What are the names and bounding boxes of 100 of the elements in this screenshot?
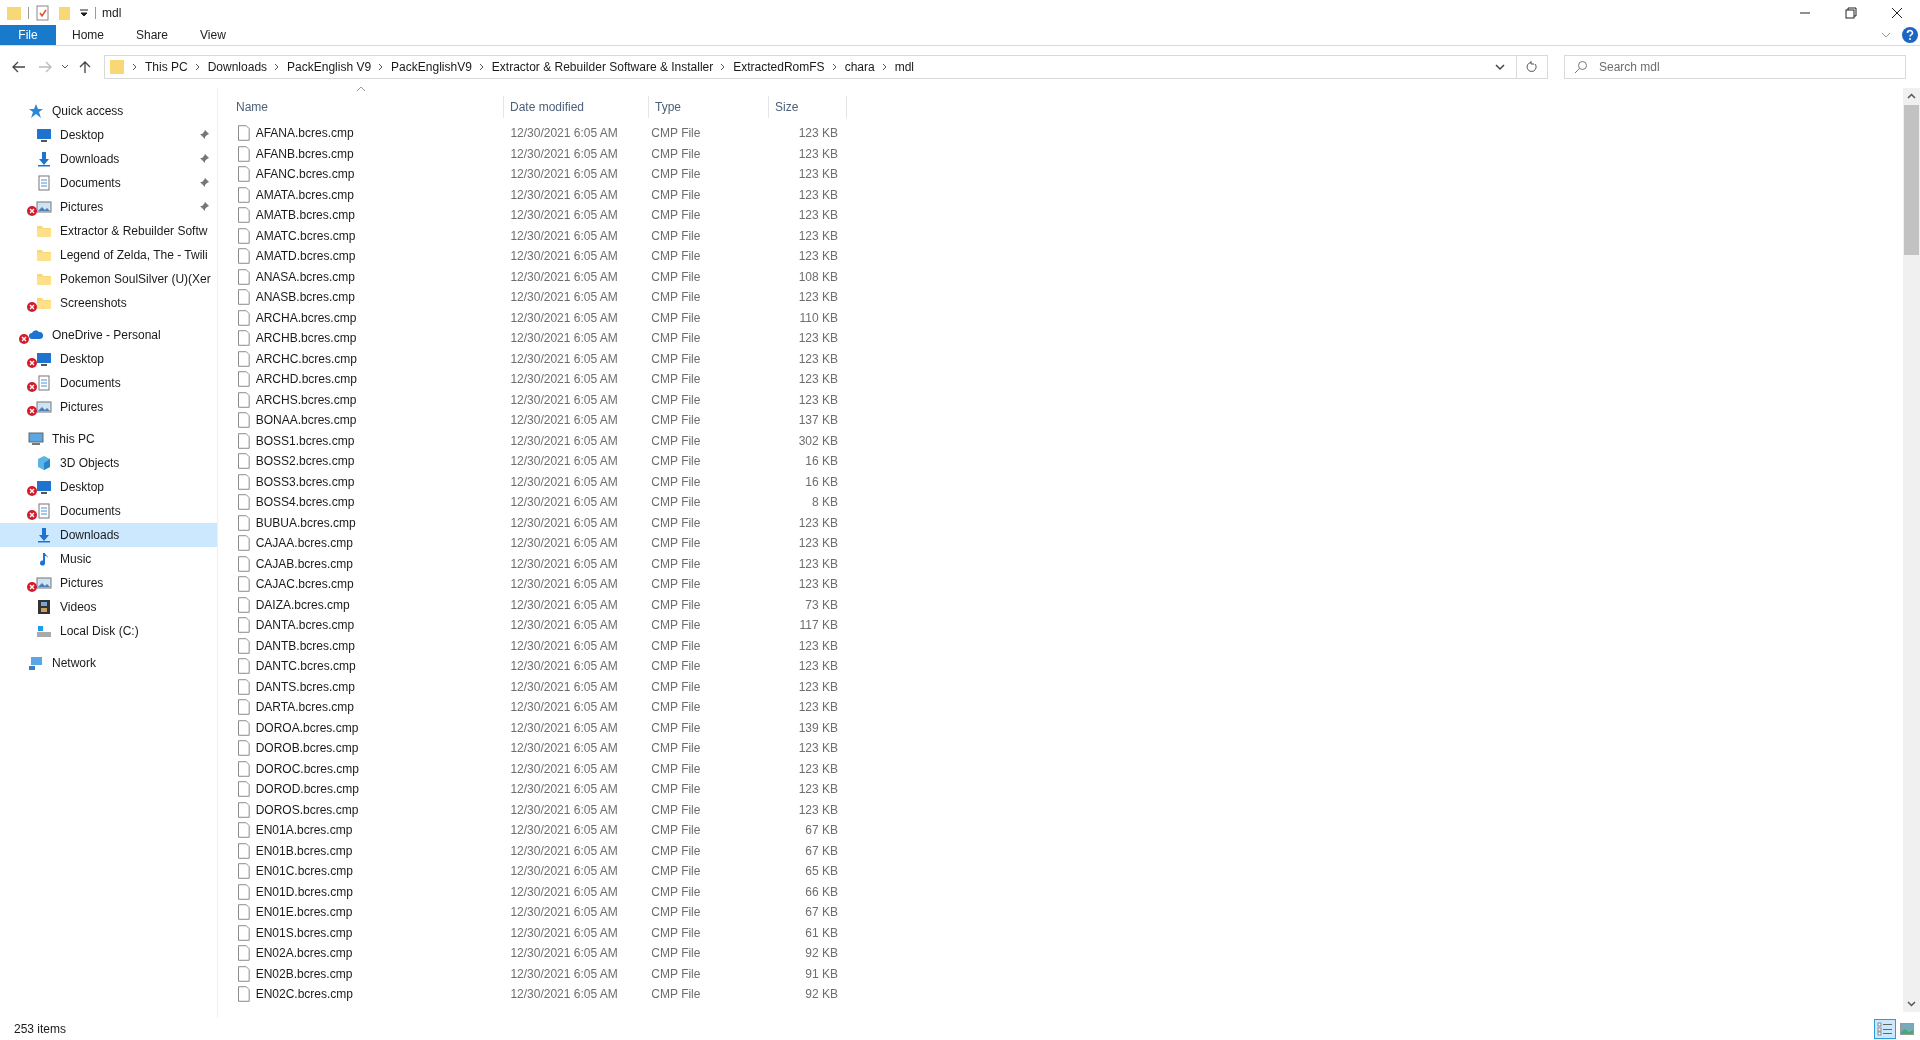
nav-item[interactable]: Documents bbox=[0, 371, 217, 395]
nav-item[interactable]: Downloads bbox=[0, 523, 217, 547]
file-row[interactable]: DOROB.bcres.cmp 12/30/2021 6:05 AM CMP File 123 KB bbox=[218, 738, 838, 759]
nav-item[interactable]: Extractor & Rebuilder Softw bbox=[0, 219, 217, 243]
nav-item[interactable]: Quick access bbox=[0, 99, 217, 123]
file-row[interactable]: EN01C.bcres.cmp 12/30/2021 6:05 AM CMP File 65 KB bbox=[218, 861, 838, 882]
file-row[interactable]: CAJAB.bcres.cmp 12/30/2021 6:05 AM CMP File 123 KB bbox=[218, 553, 838, 574]
file-row[interactable]: AFANC.bcres.cmp 12/30/2021 6:05 AM CMP File 123 KB bbox=[218, 164, 838, 185]
nav-item[interactable]: 3D Objects bbox=[0, 451, 217, 475]
nav-item[interactable]: This PC bbox=[0, 427, 217, 451]
breadcrumb-item[interactable]: PackEnglishV9 bbox=[391, 58, 472, 76]
file-row[interactable]: DARTA.bcres.cmp 12/30/2021 6:05 AM CMP File 123 KB bbox=[218, 697, 838, 718]
nav-item[interactable]: Legend of Zelda, The - Twili bbox=[0, 243, 217, 267]
file-row[interactable]: DAIZA.bcres.cmp 12/30/2021 6:05 AM CMP File 73 KB bbox=[218, 594, 838, 615]
file-row[interactable]: DOROC.bcres.cmp 12/30/2021 6:05 AM CMP File 123 KB bbox=[218, 758, 838, 779]
breadcrumb-item[interactable]: This PC bbox=[145, 58, 188, 76]
column-header[interactable]: Name bbox=[230, 96, 504, 118]
dropdown-caret-icon[interactable] bbox=[1494, 61, 1506, 73]
help-icon[interactable] bbox=[1902, 27, 1918, 43]
file-name: ANASA.bcres.cmp bbox=[255, 268, 357, 286]
ribbon-tab[interactable]: Home bbox=[56, 25, 120, 45]
file-icon bbox=[238, 391, 250, 408]
file-row[interactable]: DOROS.bcres.cmp 12/30/2021 6:05 AM CMP File 123 KB bbox=[218, 799, 838, 820]
file-row[interactable]: BOSS4.bcres.cmp 12/30/2021 6:05 AM CMP File 8 KB bbox=[218, 492, 838, 513]
file-row[interactable]: DANTC.bcres.cmp 12/30/2021 6:05 AM CMP File 123 KB bbox=[218, 656, 838, 677]
file-row[interactable]: CAJAA.bcres.cmp 12/30/2021 6:05 AM CMP File 123 KB bbox=[218, 533, 838, 554]
file-row[interactable]: EN01A.bcres.cmp 12/30/2021 6:05 AM CMP File 67 KB bbox=[218, 820, 838, 841]
file-row[interactable]: ANASA.bcres.cmp 12/30/2021 6:05 AM CMP File 108 KB bbox=[218, 266, 838, 287]
file-row[interactable]: DANTS.bcres.cmp 12/30/2021 6:05 AM CMP File 123 KB bbox=[218, 676, 838, 697]
address-bar[interactable]: This PC Downloads PackEnglish V9 PackEnglishV9 Extractor & Rebuilder Software & Installer ExtractedRomFS chara mdl bbox=[104, 55, 1548, 79]
file-row[interactable]: ARCHD.bcres.cmp 12/30/2021 6:05 AM CMP File 123 KB bbox=[218, 369, 838, 390]
nav-item[interactable]: Desktop bbox=[0, 347, 217, 371]
file-row[interactable]: BOSS2.bcres.cmp 12/30/2021 6:05 AM CMP File 16 KB bbox=[218, 451, 838, 472]
nav-item[interactable]: Pictures bbox=[0, 195, 217, 219]
file-row[interactable]: ARCHS.bcres.cmp 12/30/2021 6:05 AM CMP File 123 KB bbox=[218, 389, 838, 410]
dropdown-caret-icon[interactable] bbox=[79, 7, 89, 18]
file-row[interactable]: AMATC.bcres.cmp 12/30/2021 6:05 AM CMP File 123 KB bbox=[218, 225, 838, 246]
file-row[interactable]: ANASB.bcres.cmp 12/30/2021 6:05 AM CMP File 123 KB bbox=[218, 287, 838, 308]
scroll-thumb[interactable] bbox=[1904, 105, 1919, 255]
file-row[interactable]: AMATA.bcres.cmp 12/30/2021 6:05 AM CMP File 123 KB bbox=[218, 184, 838, 205]
file-row[interactable]: ARCHA.bcres.cmp 12/30/2021 6:05 AM CMP File 110 KB bbox=[218, 307, 838, 328]
column-header[interactable]: Size bbox=[769, 96, 847, 118]
ribbon-tab[interactable]: View bbox=[184, 25, 242, 45]
breadcrumb-item[interactable]: Extractor & Rebuilder Software & Installer bbox=[491, 58, 714, 76]
breadcrumb-item[interactable]: chara bbox=[844, 58, 875, 76]
breadcrumb-item[interactable]: Downloads bbox=[207, 58, 268, 76]
file-row[interactable]: EN01B.bcres.cmp 12/30/2021 6:05 AM CMP File 67 KB bbox=[218, 840, 838, 861]
file-row[interactable]: AFANA.bcres.cmp 12/30/2021 6:05 AM CMP File 123 KB bbox=[218, 123, 838, 144]
file-row[interactable]: DOROD.bcres.cmp 12/30/2021 6:05 AM CMP File 123 KB bbox=[218, 779, 838, 800]
nav-item[interactable]: Network bbox=[0, 651, 217, 675]
nav-item[interactable]: Screenshots bbox=[0, 291, 217, 315]
size-cell-text: 123 KB bbox=[797, 207, 838, 225]
file-row[interactable]: EN02A.bcres.cmp 12/30/2021 6:05 AM CMP File 92 KB bbox=[218, 943, 838, 964]
nav-item[interactable]: Music bbox=[0, 547, 217, 571]
breadcrumb-item[interactable]: mdl bbox=[894, 58, 914, 76]
nav-item[interactable]: Desktop bbox=[0, 475, 217, 499]
nav-item[interactable]: Documents bbox=[0, 171, 217, 195]
column-header[interactable]: Date modified bbox=[504, 96, 649, 118]
scrollbar[interactable] bbox=[1903, 88, 1920, 1012]
details-view-button[interactable] bbox=[1874, 1019, 1896, 1039]
nav-item[interactable]: Videos bbox=[0, 595, 217, 619]
properties-check-icon[interactable] bbox=[35, 4, 51, 21]
date-cell-text: 12/30/2021 6:05 AM bbox=[510, 678, 619, 696]
refresh-icon[interactable] bbox=[1526, 61, 1538, 73]
nav-item[interactable]: Downloads bbox=[0, 147, 217, 171]
file-row[interactable]: CAJAC.bcres.cmp 12/30/2021 6:05 AM CMP File 123 KB bbox=[218, 574, 838, 595]
file-row[interactable]: BUBUA.bcres.cmp 12/30/2021 6:05 AM CMP File 123 KB bbox=[218, 512, 838, 533]
document-icon bbox=[36, 503, 52, 519]
file-row[interactable]: AFANB.bcres.cmp 12/30/2021 6:05 AM CMP File 123 KB bbox=[218, 143, 838, 164]
file-row[interactable]: EN02B.bcres.cmp 12/30/2021 6:05 AM CMP File 91 KB bbox=[218, 963, 838, 984]
nav-item[interactable]: Pokemon SoulSilver (U)(Xer bbox=[0, 267, 217, 291]
file-row[interactable]: DOROA.bcres.cmp 12/30/2021 6:05 AM CMP File 139 KB bbox=[218, 717, 838, 738]
column-header[interactable]: Type bbox=[649, 96, 769, 118]
nav-item[interactable]: Pictures bbox=[0, 571, 217, 595]
breadcrumb-item[interactable]: ExtractedRomFS bbox=[733, 58, 825, 76]
nav-item[interactable]: Documents bbox=[0, 499, 217, 523]
file-row[interactable]: AMATB.bcres.cmp 12/30/2021 6:05 AM CMP File 123 KB bbox=[218, 205, 838, 226]
ribbon-tab[interactable]: Share bbox=[120, 25, 185, 45]
breadcrumb-item[interactable]: PackEnglish V9 bbox=[287, 58, 372, 76]
file-row[interactable]: BOSS3.bcres.cmp 12/30/2021 6:05 AM CMP File 16 KB bbox=[218, 471, 838, 492]
nav-item[interactable]: Pictures bbox=[0, 395, 217, 419]
file-row[interactable]: EN01D.bcres.cmp 12/30/2021 6:05 AM CMP File 66 KB bbox=[218, 881, 838, 902]
file-row[interactable]: AMATD.bcres.cmp 12/30/2021 6:05 AM CMP File 123 KB bbox=[218, 246, 838, 267]
nav-item[interactable]: OneDrive - Personal bbox=[0, 323, 217, 347]
file-row[interactable]: ARCHC.bcres.cmp 12/30/2021 6:05 AM CMP File 123 KB bbox=[218, 348, 838, 369]
file-row[interactable]: BONAA.bcres.cmp 12/30/2021 6:05 AM CMP File 137 KB bbox=[218, 410, 838, 431]
file-row[interactable]: EN02C.bcres.cmp 12/30/2021 6:05 AM CMP File 92 KB bbox=[218, 984, 838, 1005]
ribbon-tab[interactable]: File bbox=[0, 25, 56, 45]
star-icon bbox=[28, 103, 44, 119]
file-row[interactable]: EN01E.bcres.cmp 12/30/2021 6:05 AM CMP File 67 KB bbox=[218, 902, 838, 923]
file-row[interactable]: DANTA.bcres.cmp 12/30/2021 6:05 AM CMP File 117 KB bbox=[218, 615, 838, 636]
file-row[interactable]: ARCHB.bcres.cmp 12/30/2021 6:05 AM CMP File 123 KB bbox=[218, 328, 838, 349]
nav-item[interactable]: Desktop bbox=[0, 123, 217, 147]
file-row[interactable]: DANTB.bcres.cmp 12/30/2021 6:05 AM CMP File 123 KB bbox=[218, 635, 838, 656]
file-row[interactable]: BOSS1.bcres.cmp 12/30/2021 6:05 AM CMP File 302 KB bbox=[218, 430, 838, 451]
size-cell-text: 65 KB bbox=[804, 863, 838, 881]
nav-item[interactable]: Local Disk (C:) bbox=[0, 619, 217, 643]
file-row[interactable]: EN01S.bcres.cmp 12/30/2021 6:05 AM CMP File 61 KB bbox=[218, 922, 838, 943]
search-field[interactable]: Search mdl bbox=[1564, 55, 1906, 79]
nav-label: Videos bbox=[60, 599, 97, 616]
